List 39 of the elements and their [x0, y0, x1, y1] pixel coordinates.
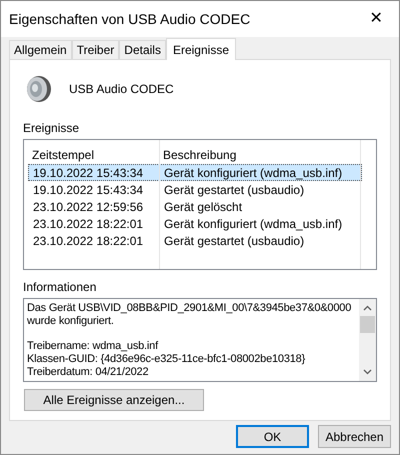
description-cell-text: Gerät konfiguriert (wdma_usb.inf)	[163, 164, 342, 182]
timestamp-cell-text: 19.10.2022 15:43:34	[32, 182, 144, 198]
timestamp-cell-text: 19.10.2022 15:43:34	[32, 164, 144, 182]
column-header[interactable]: Beschreibung	[159, 146, 236, 164]
info-line: Klassen-GUID: {4d36e96c-e325-11ce-bfc1-08002be10318}	[27, 353, 306, 366]
device-name: USB Audio CODEC	[69, 81, 174, 98]
scroll-down-icon[interactable]	[363, 369, 372, 375]
section-label: Informationen	[23, 279, 98, 296]
tab[interactable]: Details	[119, 40, 166, 59]
tab[interactable]: Treiber	[72, 40, 120, 59]
info-line: Treibername: wdma_usb.inf	[27, 340, 160, 353]
info-line: wurde konfiguriert.	[27, 315, 115, 328]
event-row[interactable]: 23.10.2022 18:22:01 Gerät konfiguriert (wdma_usb.inf)	[28, 215, 362, 232]
timestamp-cell-text: 23.10.2022 18:22:01	[32, 216, 144, 232]
info-line: Das Gerät USB\VID_08BB&PID_2901&MI_00\7&3945be37&0&0000	[27, 302, 352, 315]
event-row[interactable]: 19.10.2022 15:43:34 Gerät konfiguriert (wdma_usb.inf)	[28, 164, 362, 181]
description-cell-text: Gerät gelöscht	[163, 198, 242, 216]
column-header[interactable]: Zeitstempel	[28, 146, 159, 164]
dialog-button[interactable]: OK	[236, 425, 309, 448]
event-row[interactable]: 23.10.2022 12:59:56 Gerät gelöscht	[28, 198, 362, 215]
description-cell-text: Gerät konfiguriert (wdma_usb.inf)	[163, 216, 342, 232]
show-all-events-button[interactable]: Alle Ereignisse anzeigen...	[24, 389, 204, 411]
scroll-up-icon[interactable]	[363, 305, 372, 311]
timestamp-cell-text: 23.10.2022 12:59:56	[32, 198, 144, 216]
scrollbar-thumb[interactable]	[360, 316, 375, 333]
speaker-icon	[26, 75, 52, 103]
tab[interactable]: Allgemein	[9, 40, 72, 59]
tab[interactable]: Ereignisse	[166, 38, 236, 60]
event-row[interactable]: 23.10.2022 18:22:01 Gerät gestartet (usbaudio)	[28, 232, 362, 249]
scrollbar[interactable]	[359, 299, 376, 381]
window-title: Eigenschaften von USB Audio CODEC	[9, 10, 250, 29]
timestamp-cell-text: 23.10.2022 18:22:01	[32, 232, 144, 250]
description-cell-text: Gerät gestartet (usbaudio)	[163, 182, 304, 198]
close-button[interactable]: ✕	[353, 1, 399, 37]
dialog-button[interactable]: Abbrechen	[318, 425, 391, 448]
info-line: Treiberdatum: 04/21/2022	[27, 366, 150, 379]
event-row[interactable]: 19.10.2022 15:43:34 Gerät gestartet (usbaudio)	[28, 181, 362, 198]
section-label: Ereignisse	[23, 120, 80, 137]
description-cell-text: Gerät gestartet (usbaudio)	[163, 232, 304, 250]
